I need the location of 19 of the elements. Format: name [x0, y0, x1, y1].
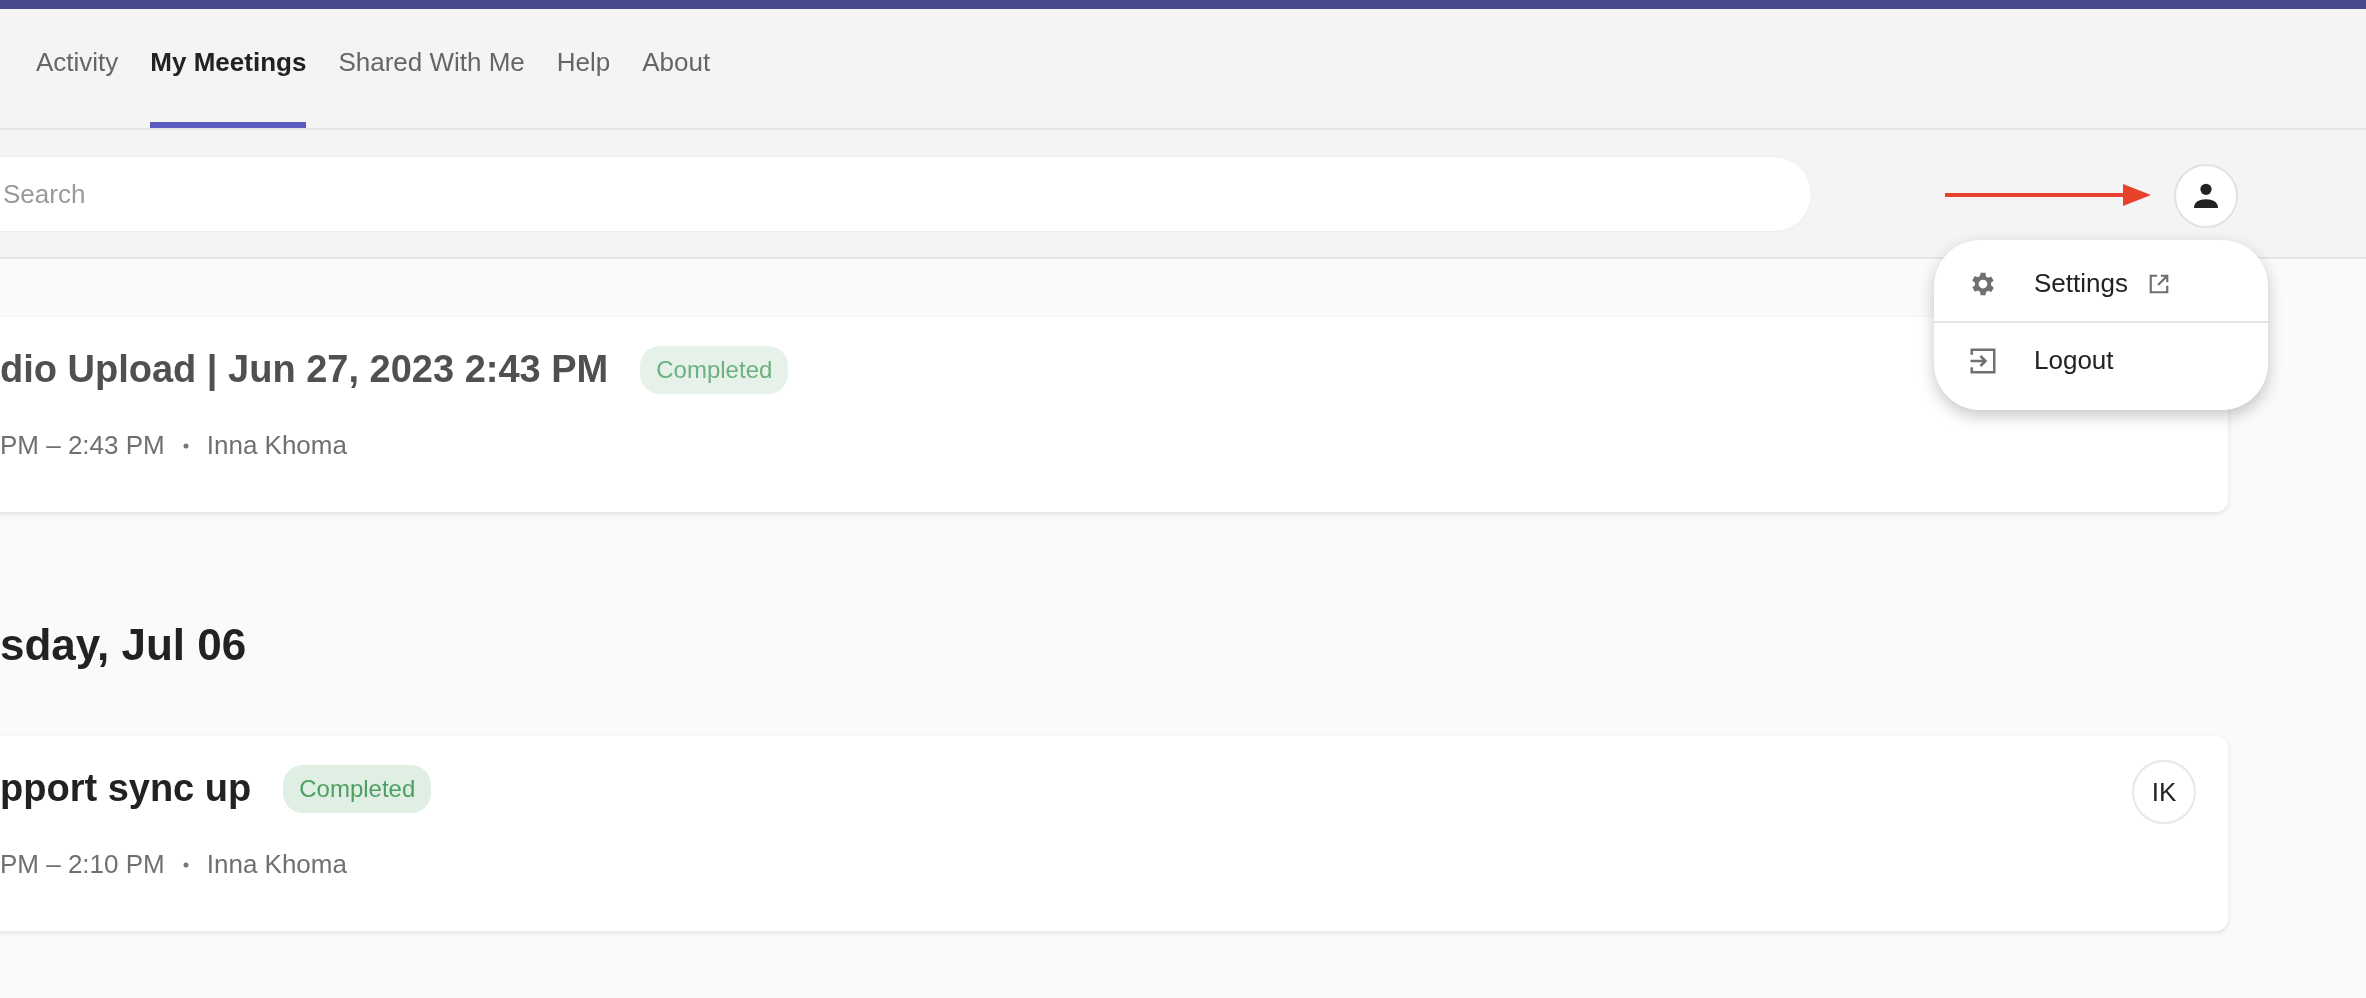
meeting-title: dio Upload | Jun 27, 2023 2:43 PM	[0, 347, 609, 393]
meeting-title: pport sync up	[0, 766, 252, 811]
nav-tab[interactable]: About	[642, 9, 711, 128]
meeting-time: PM – 2:10 PM	[0, 848, 165, 881]
status-badge: Completed	[640, 345, 789, 394]
menu-item[interactable]: Logout	[1934, 329, 2268, 392]
date-heading: sday, Jul 06	[0, 619, 248, 671]
meeting-owner: Inna Khoma	[206, 848, 347, 881]
participant-avatar: IK	[2132, 760, 2196, 824]
nav-tab[interactable]: Help	[556, 9, 611, 128]
nav-tab[interactable]: Activity	[36, 9, 119, 128]
meeting-time: PM – 2:43 PM	[0, 429, 165, 462]
menu-item[interactable]: Settings	[1934, 252, 2268, 315]
search-field[interactable]: Search	[0, 156, 1812, 232]
nav-tab[interactable]: Shared With Me	[338, 9, 525, 128]
status-badge: Completed	[283, 764, 432, 813]
meeting-owner: Inna Khoma	[206, 429, 347, 462]
separator-dot	[182, 861, 189, 868]
separator-dot	[182, 442, 189, 449]
